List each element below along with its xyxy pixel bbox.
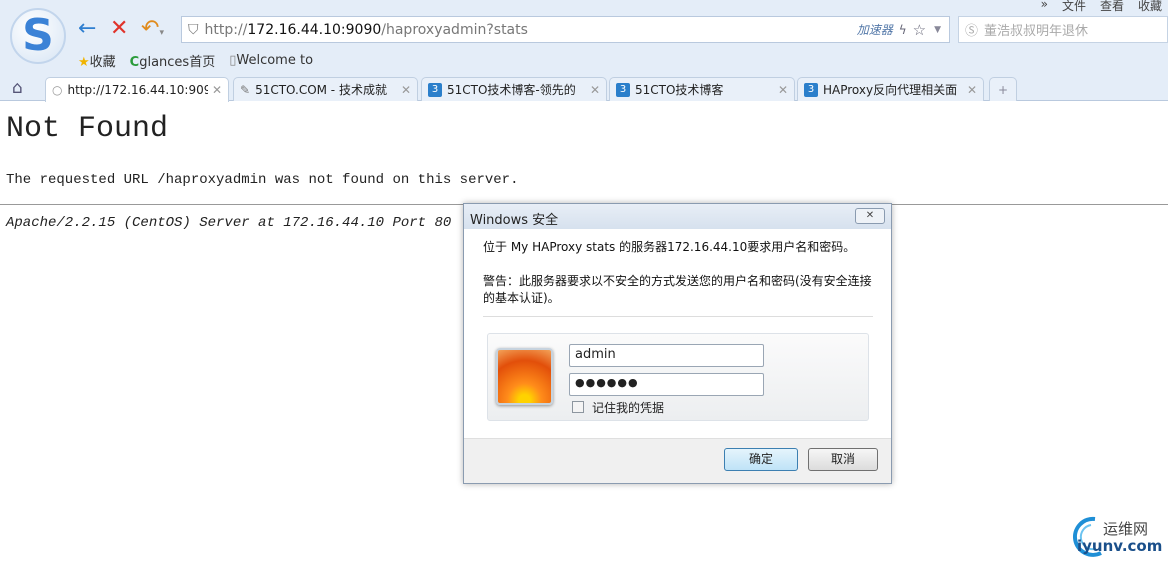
bookmark-glances[interactable]: Cglances首页 (130, 51, 216, 70)
menu-more[interactable]: » (1041, 0, 1048, 14)
home-icon[interactable]: ⌂ (12, 78, 23, 98)
menu-view[interactable]: 查看 (1100, 0, 1124, 14)
search-placeholder: 董浩叔叔明年退休 (984, 24, 1089, 39)
51cto-favicon-icon: 3 (428, 82, 442, 97)
bookmark-favorites[interactable]: ★收藏 (78, 51, 116, 70)
menu-bar: » 文件 查看 收藏 (1041, 0, 1162, 14)
tab-5[interactable]: 3 HAProxy反向代理相关面 ✕ (797, 77, 984, 101)
ok-button[interactable]: 确定 (724, 448, 798, 471)
close-tab-icon[interactable]: ✕ (778, 83, 788, 97)
bookmarks-bar: ★收藏 Cglances首页 ▯Welcome to (78, 51, 313, 70)
dialog-message: 位于 My HAProxy stats 的服务器172.16.44.10要求用户… (483, 240, 856, 254)
tab-1[interactable]: ○ http://172.16.44.10:909 ✕ (45, 77, 229, 102)
sogou-icon: Ⓢ (965, 24, 979, 39)
loading-icon: ○ (52, 83, 63, 97)
tab-3[interactable]: 3 51CTO技术博客-领先的 ✕ (421, 77, 607, 101)
tag-icon: ✎ (240, 82, 251, 97)
browser-logo[interactable]: S (10, 8, 66, 64)
remember-label[interactable]: 记住我的凭据 (592, 399, 664, 416)
51cto-favicon-icon: 3 (616, 82, 630, 97)
dropdown-icon[interactable]: ▼ (934, 25, 941, 35)
search-input[interactable]: Ⓢ 董浩叔叔明年退休 (958, 16, 1168, 43)
stop-icon[interactable]: ✕ (110, 16, 128, 42)
watermark-logo: 运维网 iyunv.com (1065, 515, 1165, 559)
star-icon: ★ (78, 55, 90, 70)
dialog-title: Windows 安全 (464, 204, 891, 229)
divider (483, 316, 873, 317)
user-avatar (496, 348, 553, 405)
menu-file[interactable]: 文件 (1062, 0, 1086, 14)
browser-chrome: S ← ✕ ↶▾ ⛉ http://172.16.44.10:9090/hapr… (0, 0, 1168, 102)
page-title: Not Found (6, 112, 169, 146)
accelerator-button[interactable]: 加速器 (857, 21, 893, 38)
server-address: Apache/2.2.15 (CentOS) Server at 172.16.… (6, 215, 452, 231)
dialog-footer: 确定 取消 (464, 438, 891, 483)
close-tab-icon[interactable]: ✕ (401, 83, 411, 97)
undo-icon[interactable]: ↶▾ (141, 16, 164, 46)
shield-icon: ⛉ (188, 21, 199, 38)
close-tab-icon[interactable]: ✕ (590, 83, 600, 97)
star-icon[interactable]: ☆ (913, 21, 926, 39)
dialog-warning-1: 警告：此服务器要求以不安全的方式发送您的用户名和密码(没有安全连接 (483, 274, 872, 288)
bookmark-welcome[interactable]: ▯Welcome to (229, 53, 313, 68)
51cto-favicon-icon: 3 (804, 82, 818, 97)
tab-2[interactable]: ✎ 51CTO.COM - 技术成就 ✕ (233, 77, 418, 101)
c-favicon-icon: C (129, 55, 140, 70)
close-icon[interactable]: ✕ (855, 208, 885, 224)
error-message: The requested URL /haproxyadmin was not … (6, 172, 519, 188)
cancel-button[interactable]: 取消 (808, 448, 878, 471)
password-field[interactable]: ●●●●●● (569, 373, 764, 396)
dialog-warning-2: 的基本认证)。 (483, 291, 560, 305)
url-text: http://172.16.44.10:9090/haproxyadmin?st… (204, 21, 528, 38)
credential-panel: admin ●●●●●● 记住我的凭据 (487, 333, 869, 421)
address-bar[interactable]: ⛉ http://172.16.44.10:9090/haproxyadmin?… (181, 16, 950, 43)
username-field[interactable]: admin (569, 344, 764, 367)
lightning-icon[interactable]: ϟ (899, 23, 907, 37)
close-tab-icon[interactable]: ✕ (212, 83, 222, 97)
auth-dialog: Windows 安全 ✕ 位于 My HAProxy stats 的服务器172… (463, 203, 892, 484)
menu-favorites[interactable]: 收藏 (1138, 0, 1162, 14)
new-tab-button[interactable]: + (989, 77, 1017, 101)
close-tab-icon[interactable]: ✕ (967, 83, 977, 97)
remember-checkbox[interactable] (572, 401, 584, 413)
tab-4[interactable]: 3 51CTO技术博客 ✕ (609, 77, 795, 101)
back-icon[interactable]: ← (78, 16, 96, 42)
